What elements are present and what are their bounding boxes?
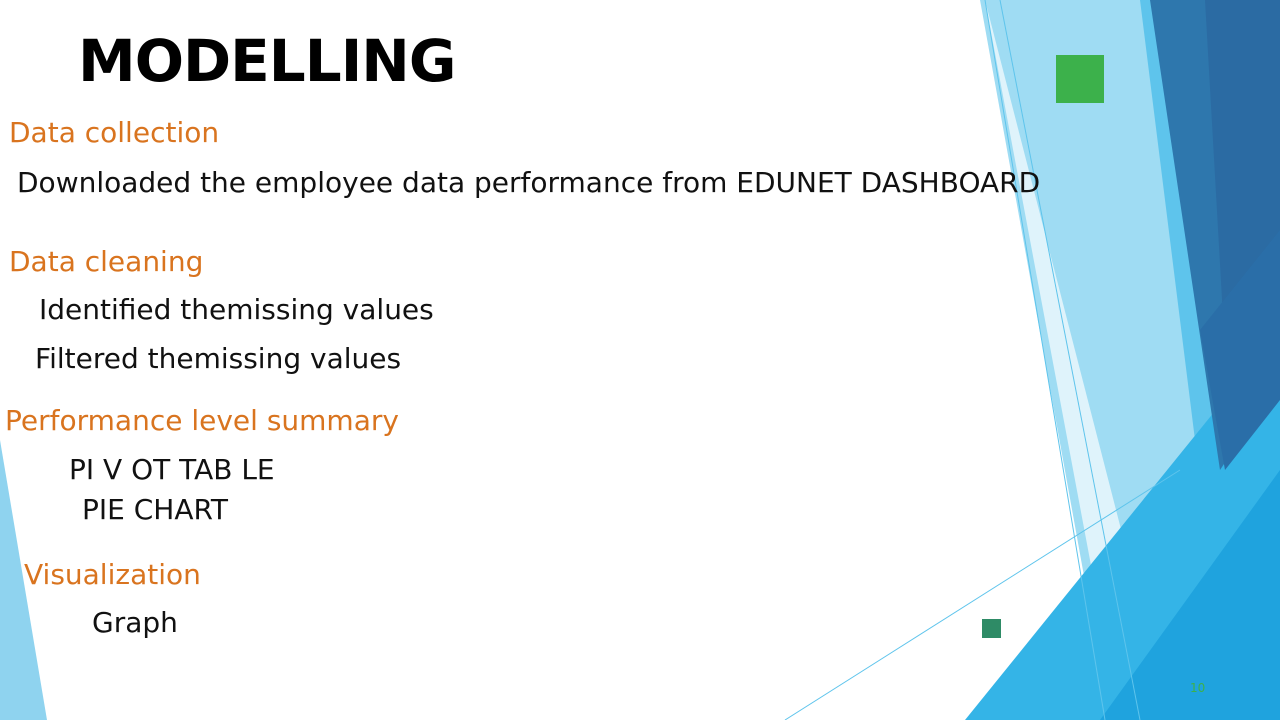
heading-data-cleaning: Data cleaning xyxy=(9,245,204,278)
green-square-large xyxy=(1056,55,1104,103)
slide-number: 10 xyxy=(1190,681,1206,695)
slide-title: MODELLING xyxy=(78,27,456,95)
performance-item-2: PIE CHART xyxy=(82,493,229,526)
visualization-item-1: Graph xyxy=(92,606,178,639)
data-collection-item-1: Downloaded the employee data performance… xyxy=(17,166,1041,199)
data-cleaning-item-1: Identified themissing values xyxy=(39,293,434,326)
heading-performance-summary: Performance level summary xyxy=(5,404,399,437)
performance-item-1: PI V OT TAB LE xyxy=(69,453,275,486)
data-cleaning-item-2: Filtered themissing values xyxy=(35,342,402,375)
heading-data-collection: Data collection xyxy=(9,116,220,149)
green-square-small xyxy=(982,619,1001,638)
heading-visualization: Visualization xyxy=(24,558,201,591)
